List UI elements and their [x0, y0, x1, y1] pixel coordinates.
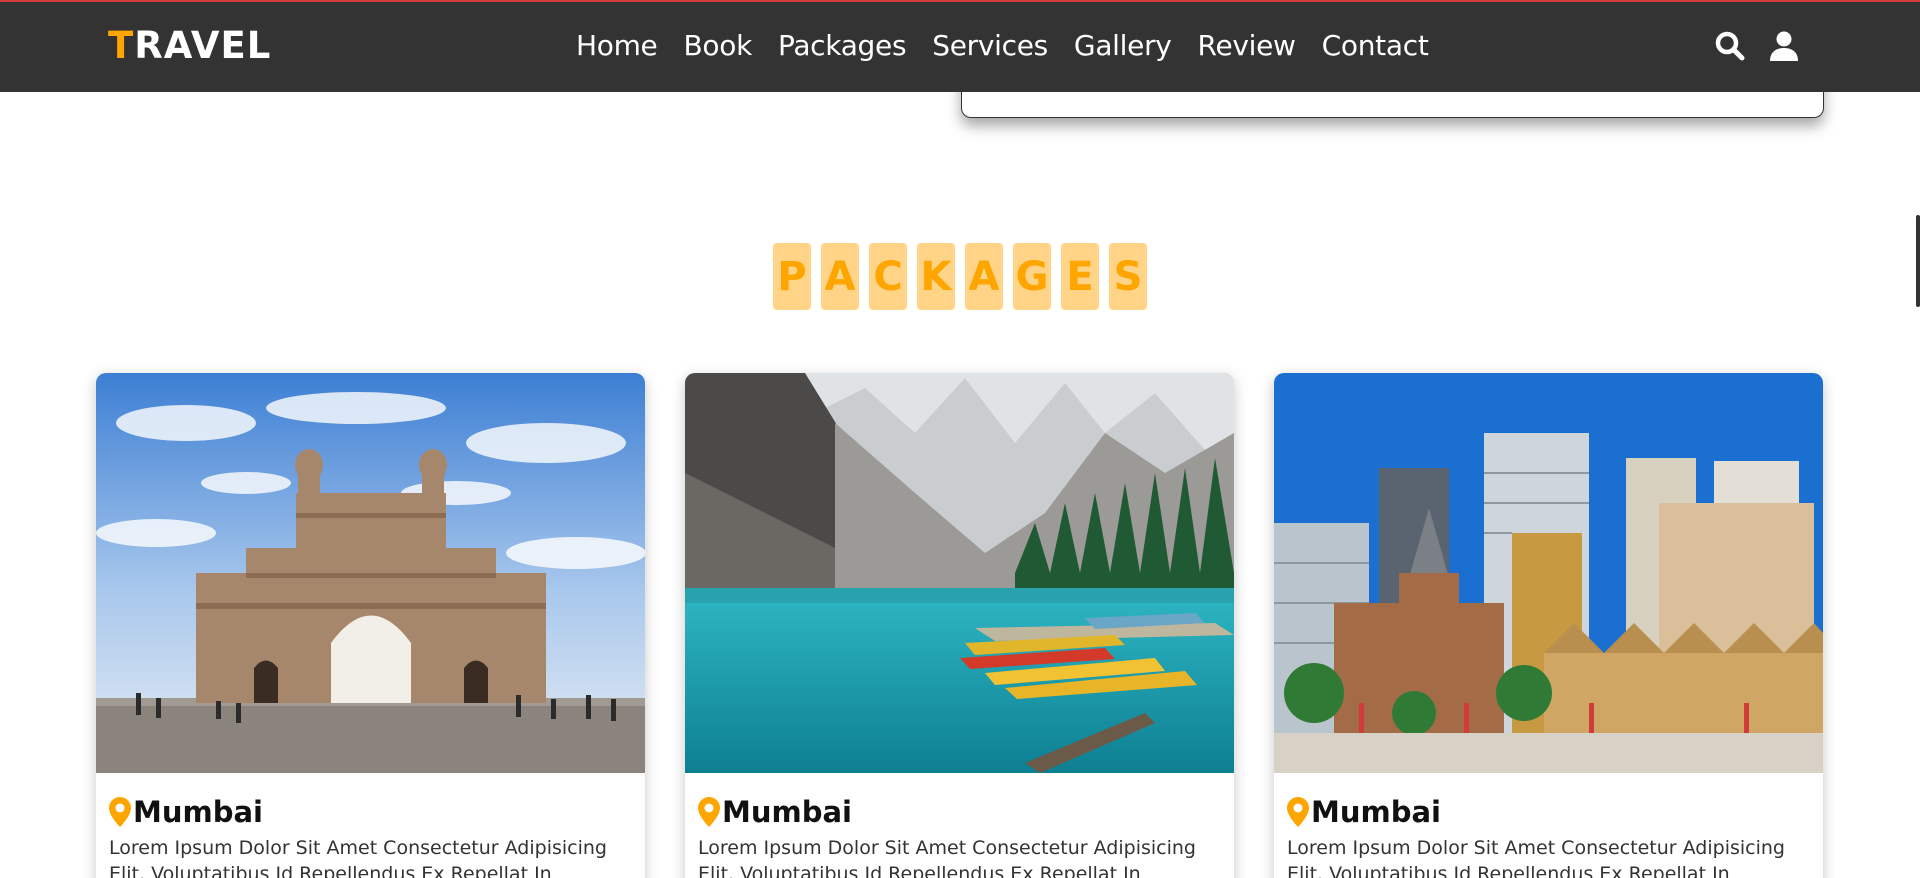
search-icon[interactable] [1714, 30, 1746, 62]
nav-packages[interactable]: Packages [778, 29, 907, 62]
heading-letter: C [869, 243, 907, 310]
logo[interactable]: TRAVEL [108, 24, 271, 67]
nav-home[interactable]: Home [576, 29, 658, 62]
package-image-city [1274, 373, 1823, 773]
logo-text: RAVEL [134, 24, 272, 67]
package-cards: Mumbai Lorem Ipsum Dolor Sit Amet Consec… [96, 373, 1823, 878]
user-icon[interactable] [1768, 30, 1800, 62]
package-image-lake [685, 373, 1234, 773]
card-title-text: Mumbai [133, 795, 263, 829]
nav-book[interactable]: Book [684, 29, 753, 62]
package-card[interactable]: Mumbai Lorem Ipsum Dolor Sit Amet Consec… [96, 373, 645, 878]
heading-letter: P [773, 243, 811, 310]
package-image-gateway [96, 373, 645, 773]
card-title-text: Mumbai [1311, 795, 1441, 829]
package-card[interactable]: Mumbai Lorem Ipsum Dolor Sit Amet Consec… [685, 373, 1234, 878]
card-description: Lorem Ipsum Dolor Sit Amet Consectetur A… [698, 837, 1196, 878]
nav-contact[interactable]: Contact [1322, 29, 1429, 62]
card-title: Mumbai [1287, 795, 1810, 829]
heading-letter: S [1109, 243, 1147, 310]
map-marker-icon [698, 797, 720, 827]
card-title: Mumbai [698, 795, 1221, 829]
header-icons [1714, 30, 1800, 62]
card-body: Mumbai Lorem Ipsum Dolor Sit Amet Consec… [1274, 773, 1823, 878]
card-description: Lorem Ipsum Dolor Sit Amet Consectetur A… [109, 837, 607, 878]
top-navbar: TRAVEL Home Book Packages Services Galle… [0, 0, 1920, 92]
heading-letter: A [821, 243, 859, 310]
card-title: Mumbai [109, 795, 632, 829]
main-nav: Home Book Packages Services Gallery Revi… [576, 29, 1429, 62]
heading-letter: E [1061, 243, 1099, 310]
package-card[interactable]: Mumbai Lorem Ipsum Dolor Sit Amet Consec… [1274, 373, 1823, 878]
card-title-text: Mumbai [722, 795, 852, 829]
heading-letter: G [1013, 243, 1051, 310]
heading-letter: A [965, 243, 1003, 310]
heading-letter: K [917, 243, 955, 310]
nav-gallery[interactable]: Gallery [1074, 29, 1172, 62]
nav-services[interactable]: Services [932, 29, 1048, 62]
packages-heading: P A C K A G E S [0, 243, 1920, 310]
logo-initial: T [108, 24, 135, 67]
card-body: Mumbai Lorem Ipsum Dolor Sit Amet Consec… [685, 773, 1234, 878]
card-body: Mumbai Lorem Ipsum Dolor Sit Amet Consec… [96, 773, 645, 878]
map-marker-icon [109, 797, 131, 827]
map-marker-icon [1287, 797, 1309, 827]
card-description: Lorem Ipsum Dolor Sit Amet Consectetur A… [1287, 837, 1785, 878]
nav-review[interactable]: Review [1198, 29, 1296, 62]
